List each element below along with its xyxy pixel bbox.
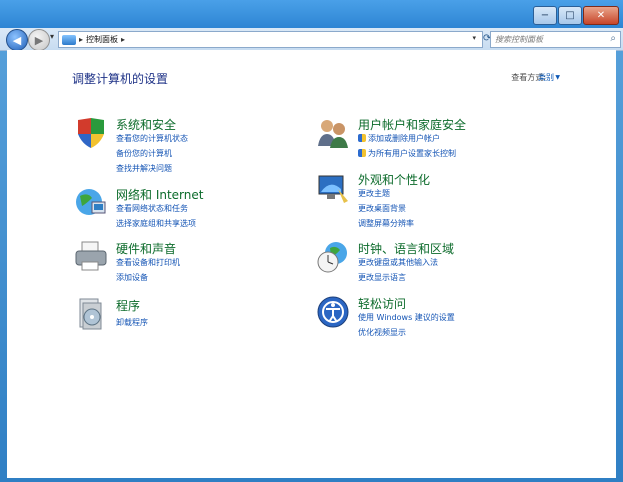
category-title[interactable]: 硬件和声音 [116, 240, 176, 257]
title-bar: − □ ✕ [0, 0, 623, 30]
clock-globe-icon [317, 242, 347, 273]
window: − □ ✕ ◀ ▶ ▾ ▸ 控制面板 ▸ ▾ ⟳ 搜索控制面板 ⌕ 调整计算机的… [0, 0, 623, 482]
search-icon[interactable]: ⌕ [610, 33, 616, 44]
uac-shield-icon [358, 149, 366, 157]
link-network-status[interactable]: 查看网络状态和任务 [116, 203, 188, 214]
forward-button[interactable]: ▶ [28, 29, 50, 51]
uac-shield-icon [358, 134, 366, 142]
appearance-icon [318, 175, 348, 203]
category-title[interactable]: 系统和安全 [116, 116, 176, 133]
maximize-button[interactable]: □ [558, 6, 582, 25]
category-appearance: 外观和个性化 更改主题 更改桌面背景 调整屏幕分辨率 [316, 171, 526, 228]
search-box[interactable]: 搜索控制面板 ⌕ [490, 31, 621, 48]
navigation-bar: ◀ ▶ ▾ ▸ 控制面板 ▸ ▾ ⟳ 搜索控制面板 ⌕ [0, 28, 623, 51]
address-bar[interactable]: ▸ 控制面板 ▸ ▾ [58, 31, 483, 48]
network-icon [76, 189, 106, 215]
category-user-accounts: 用户帐户和家庭安全 添加或删除用户帐户 为所有用户设置家长控制 [316, 116, 526, 164]
link-view-status[interactable]: 查看您的计算机状态 [116, 133, 188, 144]
link-change-theme[interactable]: 更改主题 [358, 188, 390, 199]
link-keyboard-input[interactable]: 更改键盘或其他输入法 [358, 257, 438, 268]
breadcrumb-separator-icon: ▸ [79, 35, 84, 44]
address-dropdown-icon[interactable]: ▾ [472, 34, 476, 42]
link-display-language[interactable]: 更改显示语言 [358, 272, 406, 283]
category-title[interactable]: 轻松访问 [358, 295, 406, 312]
system-security-icon [78, 118, 104, 148]
category-title[interactable]: 时钟、语言和区域 [358, 240, 454, 257]
link-parental-controls[interactable]: 为所有用户设置家长控制 [368, 148, 456, 159]
category-title[interactable]: 外观和个性化 [358, 171, 430, 188]
page-title: 调整计算机的设置 [72, 72, 169, 86]
back-button[interactable]: ◀ [6, 29, 28, 51]
category-title[interactable]: 用户帐户和家庭安全 [358, 116, 466, 133]
category-ease-of-access: 轻松访问 使用 Windows 建议的设置 优化视频显示 [316, 295, 526, 343]
link-recommended-settings[interactable]: 使用 Windows 建议的设置 [358, 312, 455, 323]
printer-icon [75, 241, 107, 271]
link-devices-printers[interactable]: 查看设备和打印机 [116, 257, 180, 268]
main-content: 调整计算机的设置 查看方式: 类别 ▼ 系统和安全 查看您的计算机状态 备份您的… [7, 50, 616, 478]
link-homegroup[interactable]: 选择家庭组和共享选项 [116, 218, 196, 229]
control-panel-icon [62, 34, 76, 45]
category-clock-language-region: 时钟、语言和区域 更改键盘或其他输入法 更改显示语言 [316, 240, 526, 288]
link-add-remove-accounts[interactable]: 添加或删除用户帐户 [368, 133, 440, 144]
link-optimize-display[interactable]: 优化视频显示 [358, 327, 406, 338]
search-input[interactable]: 搜索控制面板 [495, 34, 543, 45]
category-programs: 程序 卸载程序 [74, 297, 284, 345]
category-title[interactable]: 程序 [116, 297, 140, 314]
category-network-internet: 网络和 Internet 查看网络状态和任务 选择家庭组和共享选项 [74, 186, 284, 234]
breadcrumb-control-panel[interactable]: 控制面板 [86, 34, 118, 45]
programs-icon [79, 298, 102, 330]
link-troubleshoot[interactable]: 查找并解决问题 [116, 163, 172, 174]
category-system-security: 系统和安全 查看您的计算机状态 备份您的计算机 查找并解决问题 [74, 116, 284, 173]
link-backup[interactable]: 备份您的计算机 [116, 148, 172, 159]
view-by-dropdown-icon[interactable]: ▼ [555, 74, 560, 81]
view-by-value[interactable]: 类别 [538, 72, 554, 83]
category-title[interactable]: 网络和 Internet [116, 186, 203, 203]
link-add-device[interactable]: 添加设备 [116, 272, 148, 283]
link-uninstall[interactable]: 卸载程序 [116, 317, 148, 328]
users-icon [318, 120, 348, 148]
category-hardware-sound: 硬件和声音 查看设备和打印机 添加设备 [74, 240, 284, 288]
window-controls: − □ ✕ [533, 6, 619, 25]
breadcrumb-separator-icon[interactable]: ▸ [121, 35, 125, 44]
minimize-button[interactable]: − [533, 6, 557, 25]
recent-pages-dropdown-icon[interactable]: ▾ [50, 32, 54, 41]
link-screen-resolution[interactable]: 调整屏幕分辨率 [358, 218, 414, 229]
link-desktop-background[interactable]: 更改桌面背景 [358, 203, 406, 214]
ease-of-access-icon [317, 296, 349, 328]
close-button[interactable]: ✕ [583, 6, 619, 25]
